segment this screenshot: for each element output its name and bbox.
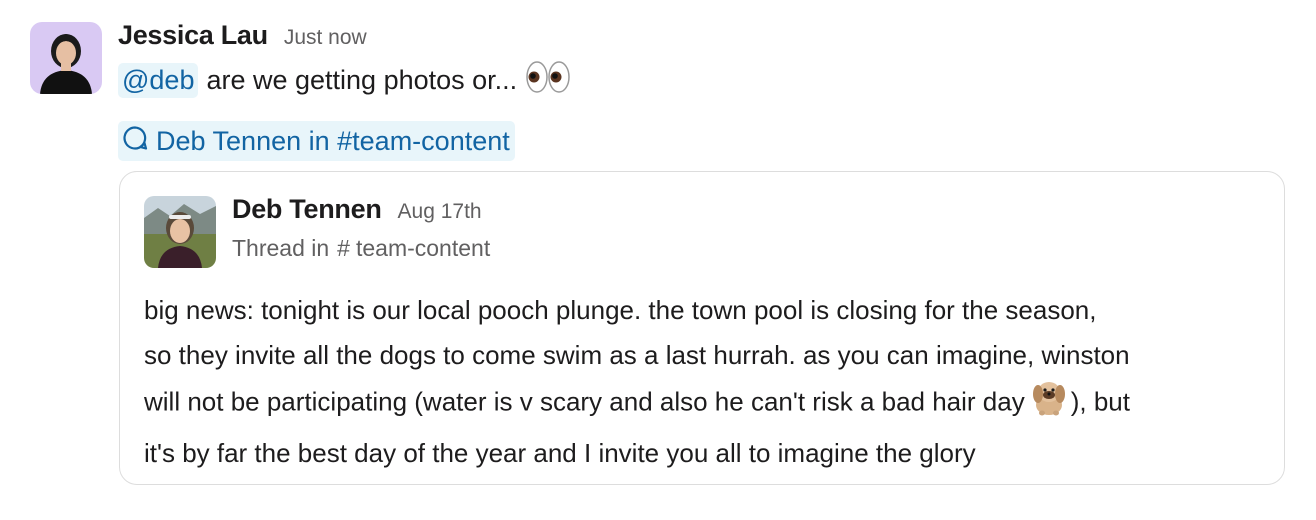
avatar[interactable] [30,22,102,94]
timestamp[interactable]: Just now [284,26,367,50]
deb-avatar-image [144,196,216,268]
shared-avatar[interactable] [144,196,216,268]
text-line: it's by far the best day of the year and… [144,437,976,468]
hash-icon: # [337,235,350,261]
text-line-with-emoji: will not be participating (water is v sc… [144,377,1264,431]
jessica-avatar-image [30,22,102,94]
shared-message-card[interactable]: Deb Tennen Aug 17th Thread in # team-con… [119,171,1285,485]
eyes-emoji [525,60,571,101]
pekingese-dog-emoji [1029,377,1069,431]
shared-sender-name[interactable]: Deb Tennen [232,194,382,225]
thread-prefix: Thread in [232,235,330,261]
message-header: Jessica Lau Just now [118,20,367,58]
message-item: Jessica Lau Just now @deb are we getting… [0,0,1316,520]
shared-from-label: Deb Tennen in #team-content [156,125,510,156]
user-mention[interactable]: @deb [118,62,199,98]
shared-timestamp[interactable]: Aug 17th [398,200,482,224]
shared-message-header: Deb Tennen Aug 17th [232,194,482,225]
sender-name[interactable]: Jessica Lau [118,20,268,51]
text-line: so they invite all the dogs to come swim… [144,339,1130,370]
message-body: @deb are we getting photos or... [118,60,571,100]
message-text: are we getting photos or... [206,64,518,95]
thread-info[interactable]: Thread in # team-content [232,235,490,262]
shared-message-text: big news: tonight is our local pooch plu… [144,288,1264,475]
shared-from-link[interactable]: Deb Tennen in #team-content [118,121,515,161]
text-segment: will not be participating (water is v sc… [144,386,1025,417]
text-line: big news: tonight is our local pooch plu… [144,295,1097,325]
thread-channel-name: team-content [355,235,491,261]
text-segment: ), but [1070,386,1130,417]
chat-bubble-icon [122,125,148,158]
